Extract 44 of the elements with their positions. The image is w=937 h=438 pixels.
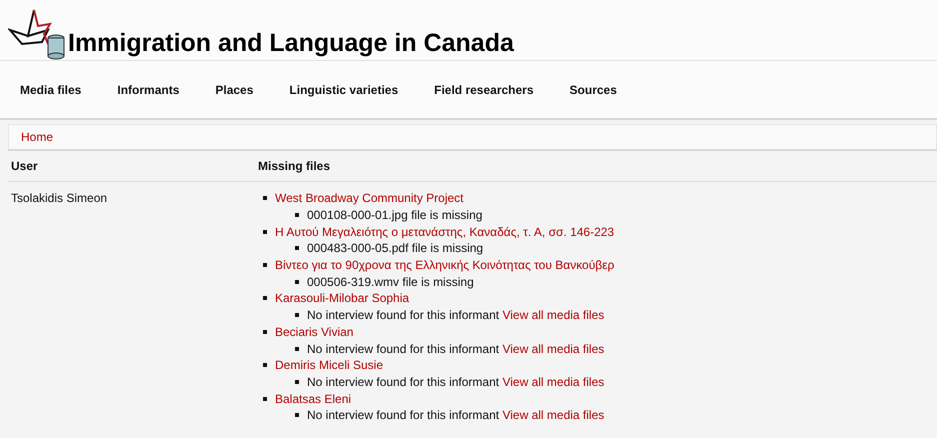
- nav-link[interactable]: Places: [215, 82, 254, 96]
- nav-link[interactable]: Sources: [570, 82, 617, 96]
- bullet-icon: [295, 380, 299, 384]
- media-files-link[interactable]: View all media files: [502, 342, 604, 356]
- bullet-icon: [295, 213, 299, 218]
- logo-icon: [8, 8, 66, 60]
- missing-note: No interview found for this informant View all media files: [307, 342, 604, 356]
- item-link[interactable]: Demiris Miceli Susie: [275, 358, 384, 372]
- media-files-link[interactable]: View all media files: [502, 374, 604, 389]
- bullet-icon: [263, 196, 267, 200]
- missing-note: 000483-000-05.pdf file is missing: [307, 241, 484, 256]
- bullet-icon: [295, 313, 299, 318]
- bullet-icon: [263, 263, 267, 268]
- bullet-icon: [295, 346, 299, 351]
- bullet-icon: [263, 296, 267, 300]
- media-files-link[interactable]: View all media files: [502, 408, 604, 422]
- nav-link[interactable]: Field researchers: [434, 82, 534, 96]
- item-link[interactable]: Balatsas Eleni: [275, 392, 352, 406]
- bullet-icon: [263, 396, 267, 401]
- nav-link[interactable]: Media files: [20, 82, 82, 96]
- bullet-icon: [295, 246, 299, 250]
- missing-note: No interview found for this informant View all media files: [307, 308, 604, 322]
- bullet-icon: [263, 330, 267, 334]
- nav-link[interactable]: Linguistic varieties: [289, 82, 398, 96]
- item-link[interactable]: Beciaris Vivian: [275, 324, 354, 339]
- item-link[interactable]: West Broadway Community Project: [275, 191, 464, 206]
- user-cell-text: Tsolakidis Simeon: [10, 190, 108, 207]
- media-files-link[interactable]: View all media files: [502, 308, 604, 322]
- column-header: User: [10, 159, 39, 173]
- missing-note: No interview found for this informant View all media files: [307, 408, 604, 422]
- missing-note: 000506-319.wmv file is missing: [307, 274, 474, 289]
- nav-link[interactable]: Informants: [117, 82, 180, 96]
- missing-note: No interview found for this informant View all media files: [307, 374, 604, 389]
- item-link[interactable]: Karasouli-Milobar Sophia: [275, 291, 410, 306]
- bullet-icon: [295, 413, 299, 418]
- item-link[interactable]: Βίντεο για το 90χρονα της Ελληνικής Κοινότητας του Βανκούβερ: [275, 258, 614, 272]
- item-link[interactable]: Η Αυτού Μεγαλειότης ο μετανάστης, Καναδάς, τ. Α, σσ. 146-223: [275, 224, 614, 239]
- breadcrumb-link[interactable]: Home: [21, 130, 54, 144]
- bullet-icon: [295, 280, 299, 284]
- missing-note: 000108-000-01.jpg file is missing: [307, 208, 482, 222]
- bullet-icon: [263, 230, 267, 234]
- site-title: Immigration and Language in Canada: [68, 29, 514, 58]
- column-header: Missing files: [257, 159, 332, 173]
- bullet-icon: [263, 363, 267, 368]
